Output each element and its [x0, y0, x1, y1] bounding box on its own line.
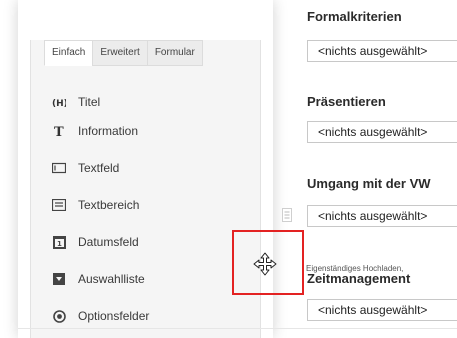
select-zeitmanagement[interactable]: <nichts ausgewählt> — [307, 299, 457, 321]
select-praesentieren[interactable]: <nichts ausgewählt> — [307, 121, 457, 143]
field-label: Information — [78, 124, 139, 138]
calendar-icon: 1 — [52, 235, 66, 249]
divider — [18, 328, 457, 329]
textfield-icon — [52, 161, 66, 175]
field-item-textfeld[interactable]: Textfeld — [52, 157, 119, 179]
field-item-information[interactable]: T Information — [52, 120, 138, 142]
tab-formular[interactable]: Formular — [146, 40, 203, 66]
heading-icon: (H) — [52, 95, 66, 109]
field-label: Datumsfeld — [78, 235, 139, 249]
select-umgang[interactable]: <nichts ausgewählt> — [307, 205, 457, 227]
select-formalkriterien[interactable]: <nichts ausgewählt> — [307, 40, 457, 62]
section-title-zeitmanagement: Zeitmanagement — [307, 271, 411, 286]
field-item-optionsfelder[interactable]: Optionsfelder — [52, 305, 149, 327]
text-t-icon: T — [52, 124, 66, 138]
field-label: Textfeld — [78, 161, 120, 175]
field-item-titel[interactable]: (H) Titel — [52, 91, 100, 113]
field-label: Titel — [78, 95, 101, 109]
svg-text:T: T — [54, 125, 64, 137]
tab-erweitert[interactable]: Erweitert — [92, 40, 148, 66]
field-palette — [30, 40, 261, 338]
textarea-icon — [52, 198, 66, 212]
sidebar-tabs: Einfach Erweitert Formular — [44, 40, 203, 66]
radio-icon — [52, 309, 66, 323]
section-title-formalkriterien: Formalkriterien — [307, 9, 402, 24]
field-label: Optionsfelder — [78, 309, 150, 323]
field-item-datumsfeld[interactable]: 1 Datumsfeld — [52, 231, 139, 253]
field-item-auswahlliste[interactable]: Auswahlliste — [52, 268, 145, 290]
field-label: Auswahlliste — [78, 272, 145, 286]
field-handle-icon[interactable] — [282, 208, 292, 222]
section-title-umgang: Umgang mit der VW — [307, 176, 431, 191]
tab-einfach[interactable]: Einfach — [44, 40, 94, 66]
field-label: Textbereich — [78, 198, 140, 212]
dropdown-icon — [52, 272, 66, 286]
svg-text:1: 1 — [57, 240, 62, 248]
section-title-praesentieren: Präsentieren — [307, 94, 386, 109]
field-item-textbereich[interactable]: Textbereich — [52, 194, 139, 216]
move-cursor-icon — [253, 252, 277, 276]
svg-text:(H): (H) — [52, 99, 66, 107]
